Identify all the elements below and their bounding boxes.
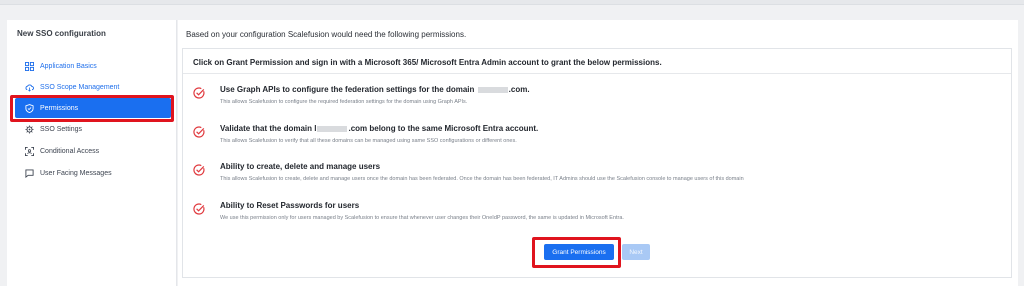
- divider: [183, 73, 1011, 74]
- permission-description: This allows Scalefusion to verify that a…: [220, 138, 517, 144]
- cloud-icon: [24, 82, 34, 92]
- check-circle-icon: [193, 164, 205, 176]
- permission-title: Ability to Reset Passwords for users: [220, 201, 360, 210]
- permissions-highlight: [10, 95, 174, 122]
- redacted-domain: [317, 125, 348, 132]
- check-circle-icon: [193, 87, 205, 99]
- grant-highlight: [532, 237, 621, 268]
- frame-icon: [24, 146, 34, 156]
- sidebar-item-label: User Facing Messages: [40, 169, 112, 177]
- permission-title: Ability to create, delete and manage use…: [220, 162, 381, 171]
- sidebar: New SSO configuration Application Basics…: [7, 20, 177, 286]
- redacted-domain: [477, 86, 508, 93]
- grid-icon: [24, 61, 34, 71]
- sidebar-item-label: SSO Scope Management: [40, 83, 120, 91]
- gear-icon: [24, 124, 34, 134]
- permission-description: This allows Scalefusion to create, delet…: [220, 176, 744, 182]
- permission-description: We use this permission only for users ma…: [220, 215, 624, 221]
- message-icon: [24, 168, 34, 178]
- sidebar-item-label: Conditional Access: [40, 147, 100, 155]
- check-circle-icon: [193, 203, 205, 215]
- permission-description: This allows Scalefusion to configure the…: [220, 99, 468, 105]
- sidebar-item-conditional-access[interactable]: Conditional Access: [15, 141, 171, 161]
- top-bar: [0, 0, 1024, 5]
- next-button[interactable]: Next: [622, 244, 650, 260]
- sidebar-item-label: Application Basics: [40, 62, 97, 70]
- sidebar-item-user-facing-messages[interactable]: User Facing Messages: [15, 163, 171, 183]
- sidebar-item-application-basics[interactable]: Application Basics: [15, 56, 171, 76]
- sidebar-item-sso-scope-management[interactable]: SSO Scope Management: [15, 77, 171, 97]
- check-circle-icon: [193, 126, 205, 138]
- card-title: Click on Grant Permission and sign in wi…: [193, 58, 662, 67]
- permission-title: Validate that the domain l .com belong to…: [220, 124, 539, 133]
- page-header: Based on your configuration Scalefusion …: [186, 30, 467, 39]
- permission-title: Use Graph APIs to configure the federati…: [220, 85, 530, 94]
- sidebar-item-label: SSO Settings: [40, 125, 83, 133]
- sidebar-item-sso-settings[interactable]: SSO Settings: [15, 119, 171, 139]
- sidebar-title: New SSO configuration: [17, 29, 106, 38]
